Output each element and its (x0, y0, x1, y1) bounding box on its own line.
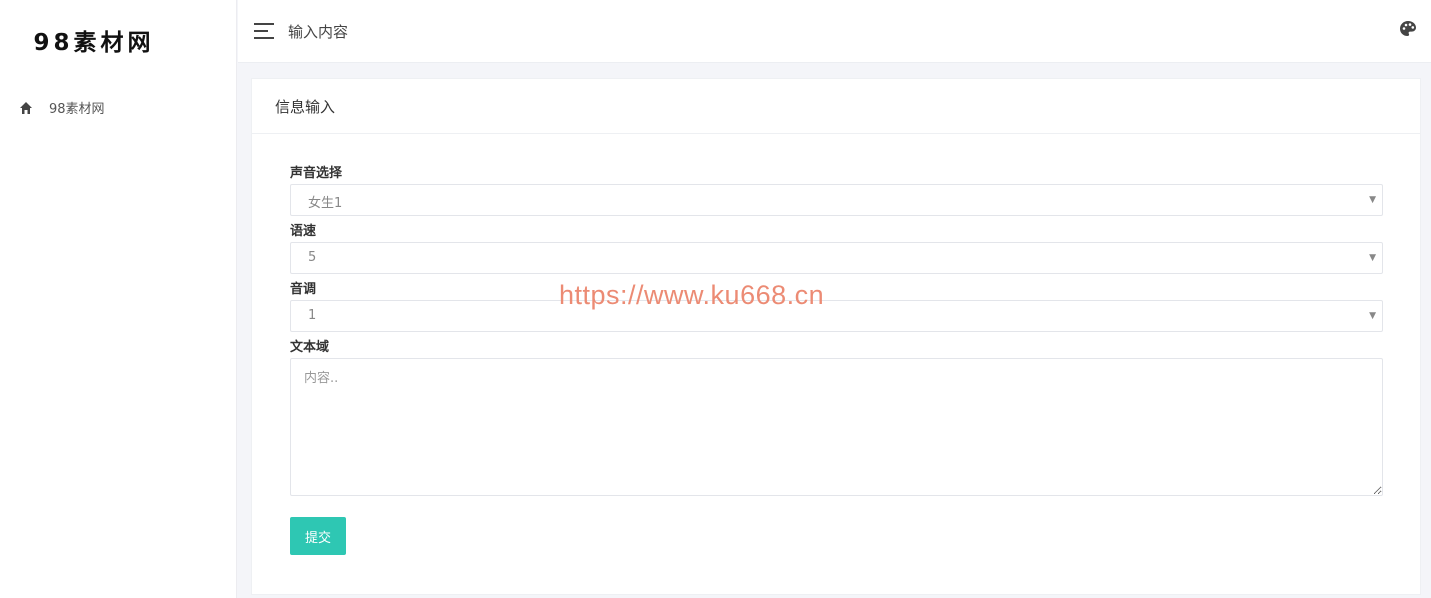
voice-select-value: 女生1 (308, 196, 343, 211)
logo: 98素材网 (33, 30, 155, 56)
textarea-label: 文本域 (290, 340, 330, 355)
submit-button[interactable]: 提交 (290, 517, 346, 555)
pitch-label: 音调 (290, 282, 317, 297)
chevron-down-icon: ▼ (1369, 195, 1376, 205)
input-form: 声音选择 女生1 ▼ 语速 5 ▼ 音调 1 ▼ 文本域 提交 (290, 165, 1383, 555)
sidebar-item-label: 98素材网 (49, 101, 105, 117)
pitch-select-value: 1 (308, 308, 317, 323)
top-bar: 输入内容 (238, 0, 1431, 63)
content-textarea[interactable] (291, 359, 1382, 495)
textarea-container (290, 358, 1383, 496)
pitch-select[interactable]: 1 ▼ (290, 300, 1383, 332)
speed-select-value: 5 (308, 250, 317, 265)
home-icon (19, 100, 33, 114)
chevron-down-icon: ▼ (1369, 253, 1376, 263)
sidebar-item-home[interactable]: 98素材网 (0, 95, 236, 119)
card-title: 信息输入 (252, 79, 1420, 134)
voice-label: 声音选择 (290, 166, 343, 181)
speed-label: 语速 (290, 224, 317, 239)
chevron-down-icon: ▼ (1369, 311, 1376, 321)
hamburger-icon[interactable] (254, 23, 274, 39)
speed-select[interactable]: 5 ▼ (290, 242, 1383, 274)
page-title: 输入内容 (288, 22, 349, 41)
sidebar: 98素材网 98素材网 (0, 0, 237, 598)
palette-icon[interactable] (1399, 20, 1417, 38)
info-input-card: 信息输入 声音选择 女生1 ▼ 语速 5 ▼ 音调 1 ▼ 文本域 提交 (251, 78, 1421, 595)
voice-select[interactable]: 女生1 ▼ (290, 184, 1383, 216)
